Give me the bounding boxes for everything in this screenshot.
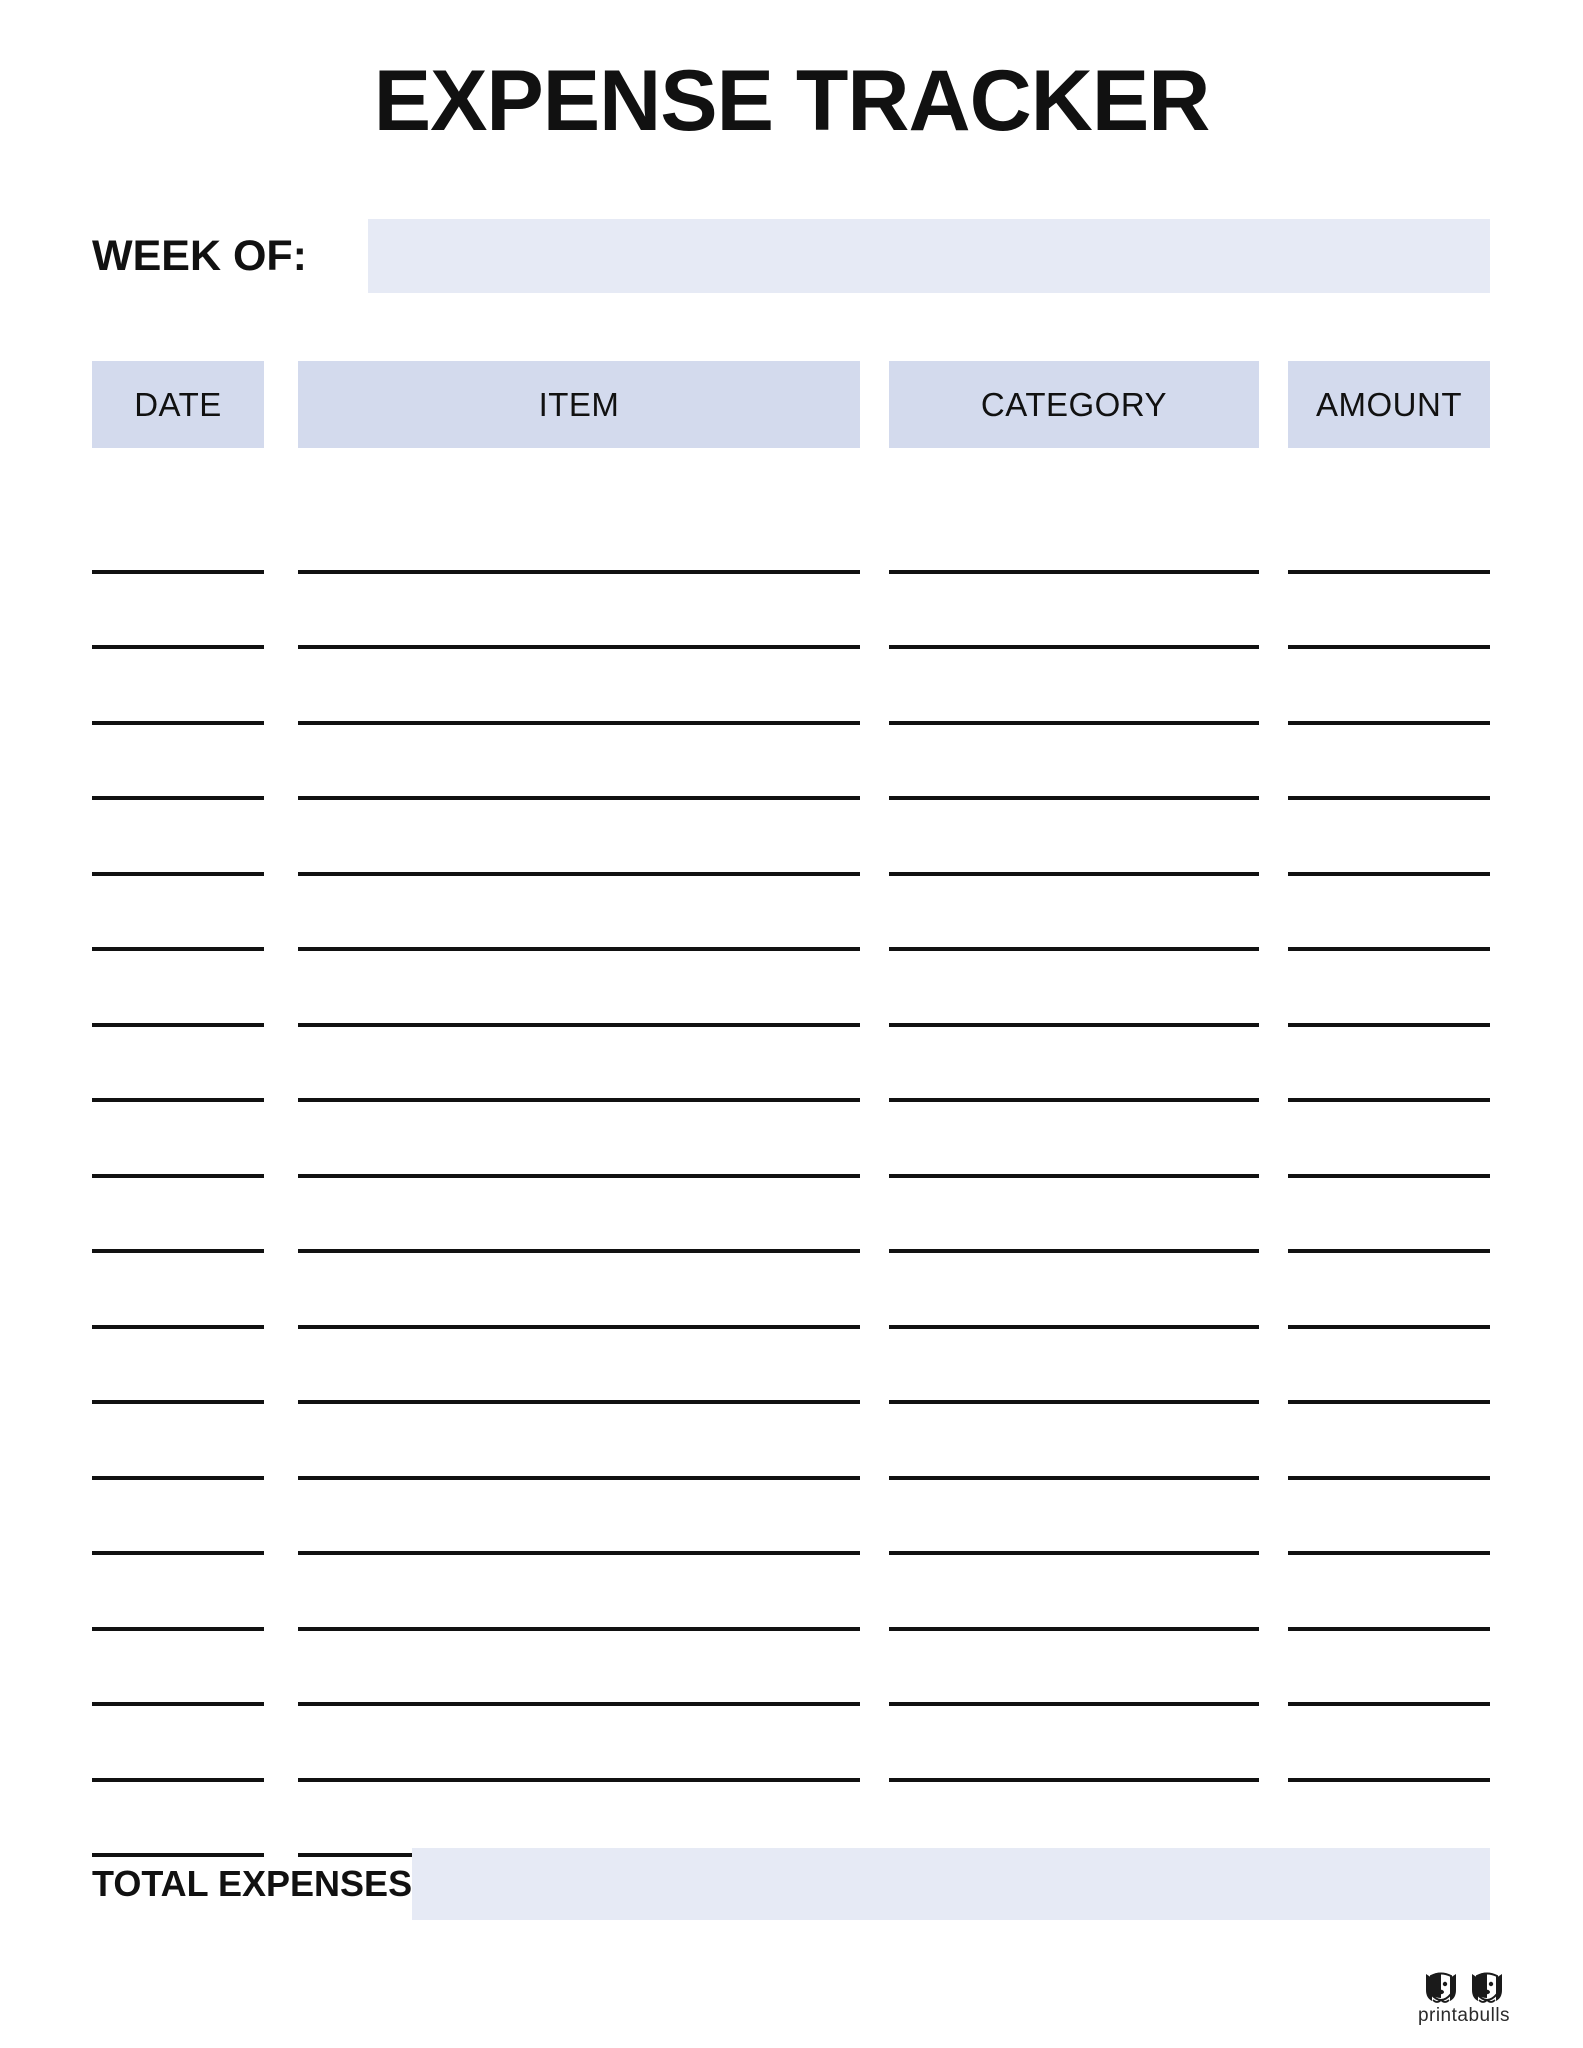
table-row[interactable] — [92, 1555, 1490, 1631]
table-body — [92, 498, 1490, 1857]
total-expenses-input[interactable] — [412, 1848, 1490, 1920]
table-row[interactable] — [92, 725, 1490, 800]
table-row[interactable] — [92, 1631, 1490, 1706]
table-header-row: DATE ITEM CATEGORY AMOUNT — [92, 361, 1490, 448]
column-header-amount: AMOUNT — [1288, 361, 1490, 448]
expense-tracker-page: EXPENSE TRACKER WEEK OF: DATE ITEM CATEG… — [0, 0, 1583, 2048]
table-row[interactable] — [92, 1178, 1490, 1253]
total-expenses-label: TOTAL EXPENSES: — [92, 1863, 425, 1904]
table-row[interactable] — [92, 1027, 1490, 1102]
week-of-label: WEEK OF: — [92, 231, 307, 280]
table-row[interactable] — [92, 951, 1490, 1027]
table-row[interactable] — [92, 1782, 1490, 1857]
table-row[interactable] — [92, 1480, 1490, 1555]
table-row[interactable] — [92, 876, 1490, 951]
two-bulldog-faces-icon — [1418, 1968, 1510, 2008]
table-row[interactable] — [92, 1102, 1490, 1178]
page-title: EXPENSE TRACKER — [373, 53, 1211, 149]
brand-name: printabulls — [1417, 2005, 1511, 2026]
table-row[interactable] — [92, 1253, 1490, 1329]
week-of-input[interactable] — [368, 219, 1490, 293]
table-row[interactable] — [92, 1329, 1490, 1404]
table-row[interactable] — [92, 574, 1490, 649]
week-of-row: WEEK OF: — [92, 219, 1490, 293]
table-row[interactable] — [92, 498, 1490, 574]
table-row[interactable] — [92, 800, 1490, 876]
column-header-category: CATEGORY — [889, 361, 1259, 448]
table-row[interactable] — [92, 1404, 1490, 1480]
table-row[interactable] — [92, 1706, 1490, 1782]
brand-logo: printabulls — [1404, 1968, 1524, 2030]
total-expenses-row: TOTAL EXPENSES: — [92, 1848, 1490, 1920]
column-header-date: DATE — [92, 361, 264, 448]
column-header-item: ITEM — [298, 361, 860, 448]
table-row[interactable] — [92, 649, 1490, 725]
